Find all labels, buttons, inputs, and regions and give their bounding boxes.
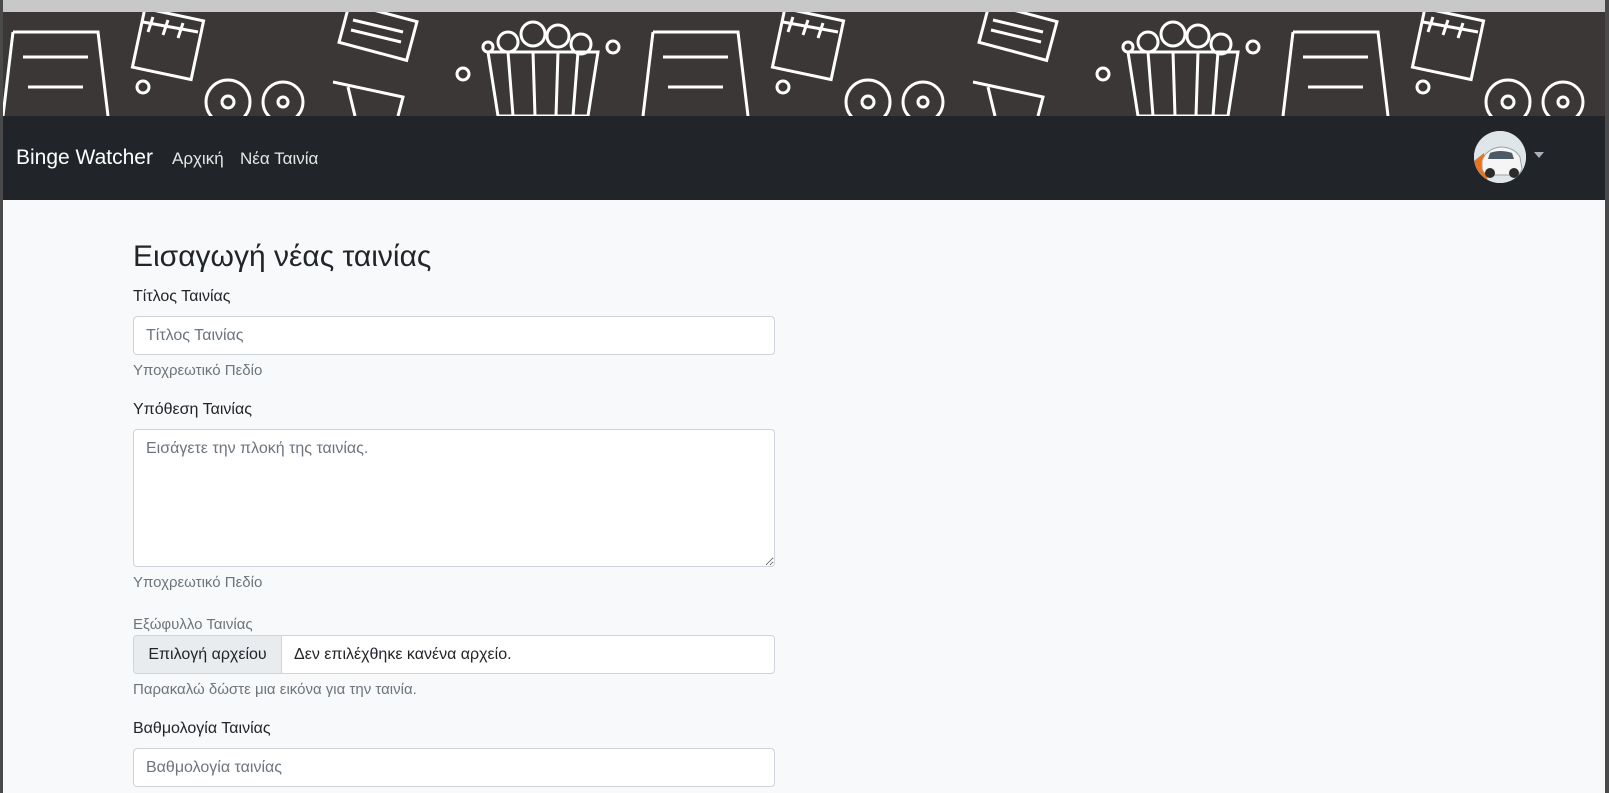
dropdown-caret-icon[interactable]: [1534, 152, 1544, 158]
window-right-edge: [1605, 0, 1609, 793]
nav-link-home[interactable]: Αρχική: [172, 149, 224, 169]
rating-label: Βαθμολογία Ταινίας: [133, 720, 271, 737]
title-input[interactable]: [133, 316, 775, 355]
title-label: Τίτλος Ταινίας: [133, 288, 231, 305]
banner-film-pattern-icon: [3, 12, 1605, 116]
cover-file-input[interactable]: Επιλογή αρχείου Δεν επιλέχθηκε κανένα αρ…: [133, 635, 775, 674]
top-navbar: Binge Watcher Αρχική Νέα Ταινία: [3, 116, 1605, 200]
cover-help-text: Παρακαλώ δώστε μια εικόνα για την ταινία…: [133, 681, 417, 698]
user-avatar-icon: [1474, 131, 1526, 183]
page-title: Εισαγωγή νέας ταινίας: [133, 240, 432, 273]
browser-top-strip: [0, 0, 1609, 12]
plot-help-text: Υποχρεωτικό Πεδίο: [133, 574, 263, 591]
brand-link[interactable]: Binge Watcher: [16, 146, 153, 170]
file-status-text: Δεν επιλέχθηκε κανένα αρχείο.: [294, 646, 512, 663]
title-help-text: Υποχρεωτικό Πεδίο: [133, 362, 263, 379]
main-content: Εισαγωγή νέας ταινίας Τίτλος Ταινίας Υπο…: [3, 200, 1605, 793]
cinema-banner: [3, 12, 1605, 116]
rating-input[interactable]: [133, 748, 775, 787]
plot-textarea[interactable]: [133, 429, 775, 567]
nav-link-new-movie[interactable]: Νέα Ταινία: [240, 149, 318, 169]
cover-label: Εξώφυλλο Ταινίας: [133, 616, 253, 633]
plot-label: Υπόθεση Ταινίας: [133, 401, 252, 418]
user-avatar[interactable]: [1474, 131, 1526, 183]
choose-file-button[interactable]: Επιλογή αρχείου: [134, 636, 282, 673]
